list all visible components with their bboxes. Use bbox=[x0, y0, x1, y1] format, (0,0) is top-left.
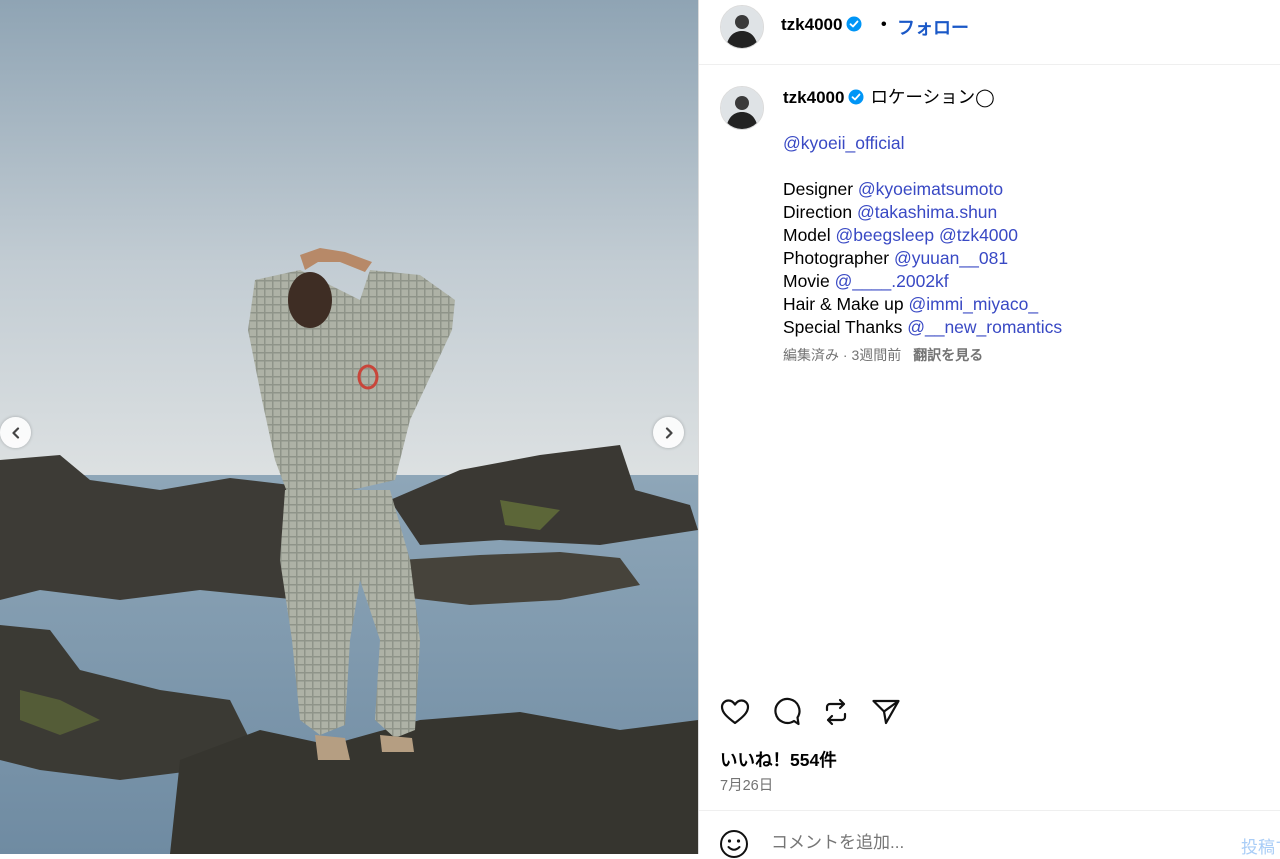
caption-first-line: tzk4000 ロケーション◯ bbox=[783, 86, 1253, 109]
credit-handle-link[interactable]: @____.2002kf bbox=[835, 271, 949, 291]
comment-bar: 投稿する bbox=[699, 810, 1280, 858]
brand-mention-link[interactable]: @kyoeii_official bbox=[783, 133, 905, 153]
verified-badge-icon bbox=[848, 89, 864, 105]
beach-photo bbox=[0, 0, 698, 854]
post-comment-button[interactable]: 投稿する bbox=[1241, 833, 1280, 858]
previous-photo-button[interactable] bbox=[0, 417, 31, 448]
credit-line: Special Thanks @__new_romantics bbox=[783, 316, 1253, 339]
caption-meta: 編集済み · 3週間前 翻訳を見る bbox=[783, 345, 983, 365]
avatar-photo bbox=[721, 87, 763, 129]
credit-role: Hair & Make up bbox=[783, 294, 904, 314]
credit-role: Special Thanks bbox=[783, 317, 903, 337]
edited-timestamp: 編集済み · 3週間前 bbox=[783, 347, 902, 363]
caption-avatar[interactable] bbox=[720, 86, 764, 130]
credit-handle-link[interactable]: @__new_romantics bbox=[907, 317, 1062, 337]
post-header: tzk4000 • フォロー bbox=[699, 0, 1280, 65]
credits-list: Designer @kyoeimatsumoto Direction @takas… bbox=[783, 178, 1253, 339]
avatar-photo bbox=[721, 6, 763, 48]
credit-line: Photographer @yuuan__081 bbox=[783, 247, 1253, 270]
post-date: 7月26日 bbox=[720, 778, 774, 794]
credit-handle-link[interactable]: @beegsleep @tzk4000 bbox=[836, 225, 1018, 245]
credit-role: Movie bbox=[783, 271, 830, 291]
follow-button[interactable]: フォロー bbox=[897, 14, 969, 40]
see-translation-button[interactable]: 翻訳を見る bbox=[913, 347, 983, 363]
caption-username[interactable]: tzk4000 bbox=[783, 88, 844, 107]
comment-input[interactable] bbox=[771, 833, 1191, 853]
credit-role: Direction bbox=[783, 202, 853, 222]
username-text[interactable]: tzk4000 bbox=[781, 15, 842, 34]
avatar[interactable] bbox=[720, 5, 764, 49]
credit-handle-link[interactable]: @immi_miyaco_ bbox=[908, 294, 1038, 314]
credit-role: Designer bbox=[783, 179, 854, 199]
post-photo[interactable] bbox=[0, 0, 698, 854]
caption: tzk4000 ロケーション◯ @kyoeii_official Designer… bbox=[783, 86, 1253, 339]
credit-line: Movie @____.2002kf bbox=[783, 270, 1253, 293]
caption-text: ロケーション◯ bbox=[870, 87, 995, 107]
credit-line: Model @beegsleep @tzk4000 bbox=[783, 224, 1253, 247]
chevron-left-icon bbox=[11, 426, 19, 439]
smiley-icon[interactable] bbox=[719, 829, 749, 859]
comment-bubble-icon[interactable] bbox=[770, 696, 802, 728]
credit-role: Model bbox=[783, 225, 831, 245]
author-username[interactable]: tzk4000 bbox=[781, 15, 862, 35]
credit-role: Photographer bbox=[783, 248, 890, 268]
separator-dot: • bbox=[881, 16, 887, 33]
send-icon[interactable] bbox=[870, 696, 902, 728]
chevron-right-icon bbox=[665, 426, 673, 439]
like-count[interactable]: いいね！554件 bbox=[720, 747, 837, 772]
credit-line: Hair & Make up @immi_miyaco_ bbox=[783, 293, 1253, 316]
heart-icon[interactable] bbox=[719, 696, 751, 728]
credit-line: Designer @kyoeimatsumoto bbox=[783, 178, 1253, 201]
repost-icon[interactable] bbox=[820, 696, 852, 728]
post-detail-panel: tzk4000 • フォロー tzk4000 ロケーション◯ @kyoeii_of… bbox=[698, 0, 1280, 858]
credit-line: Direction @takashima.shun bbox=[783, 201, 1253, 224]
verified-badge-icon bbox=[846, 16, 862, 32]
credit-handle-link[interactable]: @yuuan__081 bbox=[894, 248, 1008, 268]
credit-handle-link[interactable]: @takashima.shun bbox=[857, 202, 997, 222]
next-photo-button[interactable] bbox=[653, 417, 684, 448]
credit-handle-link[interactable]: @kyoeimatsumoto bbox=[858, 179, 1003, 199]
